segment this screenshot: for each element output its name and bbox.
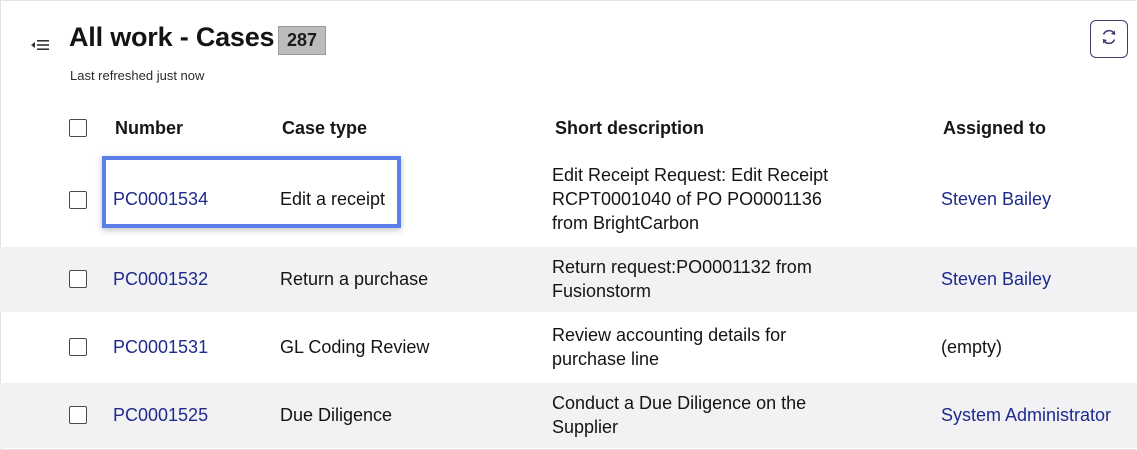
short-description-line: purchase line [552, 349, 660, 369]
case-number-link[interactable]: PC0001534 [113, 187, 208, 211]
column-header-assigned-to[interactable]: Assigned to [943, 118, 1046, 139]
short-description-line: Return request:PO0001132 from [552, 257, 812, 277]
short-description-cell: Conduct a Due Diligence on the Supplier [552, 391, 882, 439]
short-description-line: Edit Receipt Request: Edit Receipt [552, 165, 829, 185]
case-number-link[interactable]: PC0001531 [113, 335, 208, 359]
record-count-badge: 287 [278, 26, 327, 55]
case-type-cell: Due Diligence [280, 405, 393, 425]
short-description-cell: Edit Receipt Request: Edit Receipt RCPT0… [552, 163, 882, 235]
case-type-cell: Return a purchase [280, 269, 429, 289]
refresh-icon [1099, 27, 1119, 52]
case-type-cell: GL Coding Review [280, 337, 430, 357]
short-description-cell: Review accounting details for purchase l… [552, 323, 882, 371]
row-checkbox[interactable] [69, 191, 87, 209]
short-description-line: Fusionstorm [552, 281, 652, 301]
table-row[interactable]: PC0001532 Return a purchase Return reque… [0, 247, 1137, 312]
short-description-line: Supplier [552, 417, 619, 437]
short-description-line: RCPT0001040 of PO PO0001136 [552, 189, 822, 209]
case-number-link[interactable]: PC0001525 [113, 403, 208, 427]
short-description-line: Review accounting details for [552, 325, 787, 345]
collapse-list-icon[interactable] [31, 38, 49, 50]
select-all-checkbox[interactable] [69, 119, 87, 137]
column-header-case-type[interactable]: Case type [282, 118, 367, 139]
page-title: All work - Cases [69, 22, 275, 52]
short-description-cell: Return request:PO0001132 from Fusionstor… [552, 255, 882, 303]
assigned-to-link[interactable]: Steven Bailey [941, 187, 1051, 211]
case-type-cell: Edit a receipt [280, 189, 386, 209]
assigned-to-link[interactable]: System Administrator [941, 403, 1111, 427]
row-checkbox[interactable] [69, 406, 87, 424]
assigned-to-link[interactable]: Steven Bailey [941, 267, 1051, 291]
column-header-short-description[interactable]: Short description [555, 118, 704, 139]
table-row[interactable]: PC0001534 Edit a receipt Edit Receipt Re… [0, 158, 1137, 241]
case-number-link[interactable]: PC0001532 [113, 267, 208, 291]
short-description-line: from BrightCarbon [552, 213, 700, 233]
column-header-number[interactable]: Number [115, 118, 183, 139]
short-description-line: Conduct a Due Diligence on the [552, 393, 807, 413]
row-checkbox[interactable] [69, 338, 87, 356]
last-refreshed-text: Last refreshed just now [70, 68, 205, 83]
table-row[interactable]: PC0001531 GL Coding Review Review accoun… [0, 315, 1137, 380]
row-checkbox[interactable] [69, 270, 87, 288]
refresh-button[interactable] [1090, 20, 1128, 58]
assigned-to-cell: (empty) [941, 337, 1003, 357]
table-row[interactable]: PC0001525 Due Diligence Conduct a Due Di… [0, 383, 1137, 448]
